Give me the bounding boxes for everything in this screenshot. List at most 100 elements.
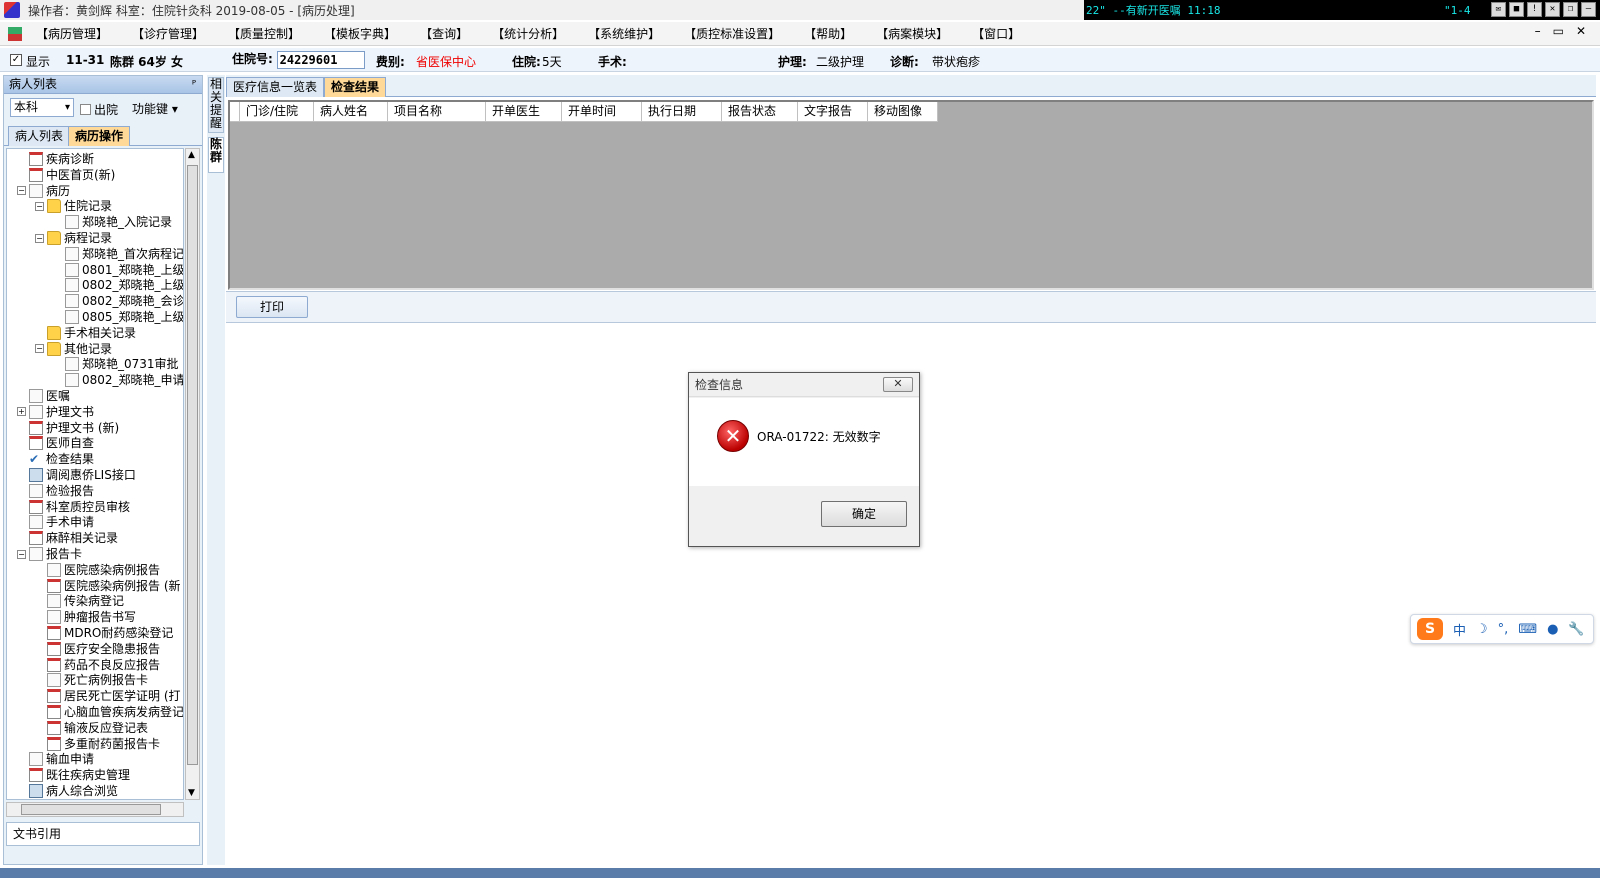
- dialog-close-button[interactable]: ✕: [883, 377, 913, 392]
- tree-node[interactable]: 药品不良反应报告: [47, 657, 160, 673]
- wrench-icon[interactable]: 🔧: [1568, 622, 1584, 637]
- tree-node[interactable]: 输血申请: [29, 751, 94, 767]
- tab-record-operation[interactable]: 病历操作: [68, 126, 131, 146]
- keyboard-icon[interactable]: ⌨: [1518, 622, 1537, 637]
- print-button[interactable]: 打印: [236, 296, 308, 318]
- exam-results-grid[interactable]: 门诊/住院 病人姓名 项目名称 开单医生 开单时间 执行日期 报告状态 文字报告…: [228, 100, 1594, 290]
- menu-qc-standard[interactable]: 【质控标准设置】: [684, 25, 780, 42]
- tree-node[interactable]: 多重耐药菌报告卡: [47, 736, 160, 752]
- col-report-status[interactable]: 报告状态: [722, 102, 798, 122]
- tree-node[interactable]: + 护理文书: [17, 404, 94, 420]
- tree-node[interactable]: 手术申请: [29, 514, 94, 530]
- tree-node[interactable]: 中医首页(新): [29, 167, 115, 183]
- tree-node[interactable]: 疾病诊断: [29, 151, 94, 167]
- tree-node[interactable]: 0802_郑晓艳_上级: [65, 277, 183, 293]
- tree-node[interactable]: 检验报告: [29, 483, 94, 499]
- tree-node[interactable]: 0802_郑晓艳_会诊: [65, 293, 183, 309]
- tree-node[interactable]: 历史诊疗查询: [29, 799, 118, 800]
- tree-node[interactable]: 医师自查: [29, 435, 94, 451]
- show-checkbox[interactable]: ✓: [10, 53, 22, 66]
- menu-query[interactable]: 【查询】: [420, 25, 468, 42]
- tab-medical-info-overview[interactable]: 医疗信息一览表: [226, 77, 325, 97]
- tree-node[interactable]: 居民死亡医学证明 (打: [47, 688, 181, 704]
- pin-icon[interactable]: ᴾ: [192, 76, 196, 93]
- tree-expander-icon[interactable]: −: [35, 201, 44, 211]
- mail-icon[interactable]: ✉: [1491, 2, 1506, 17]
- tree-node[interactable]: 死亡病例报告卡: [47, 672, 148, 688]
- user-icon[interactable]: ●: [1547, 622, 1558, 637]
- tree-node[interactable]: 医院感染病例报告: [47, 562, 160, 578]
- tree-node[interactable]: 医疗安全隐患报告: [47, 641, 160, 657]
- tree-expander-icon[interactable]: −: [35, 344, 44, 354]
- tab-patient-list[interactable]: 病人列表: [8, 126, 71, 146]
- admission-number-field[interactable]: 24229601: [276, 50, 365, 69]
- menu-medical-record-module[interactable]: 【病案模块】: [876, 25, 948, 42]
- col-execution-date[interactable]: 执行日期: [642, 102, 722, 122]
- discharged-checkbox[interactable]: [80, 104, 91, 115]
- mdi-restore-button[interactable]: ▭: [1553, 24, 1564, 38]
- col-outpatient-inpatient[interactable]: 门诊/住院: [240, 102, 314, 122]
- function-key-dropdown[interactable]: 功能键 ▾: [132, 100, 178, 117]
- tree-node[interactable]: 医嘱: [29, 388, 70, 404]
- tree-expander-icon[interactable]: −: [17, 549, 26, 559]
- tree-node[interactable]: − 病程记录: [35, 230, 112, 246]
- tree-node[interactable]: MDRO耐药感染登记: [47, 625, 173, 641]
- tree-node[interactable]: 郑晓艳_入院记录: [65, 214, 172, 230]
- menu-template-dictionary[interactable]: 【模板字典】: [324, 25, 396, 42]
- tree-horizontal-scrollbar[interactable]: [6, 802, 184, 817]
- department-select[interactable]: 本科: [10, 98, 74, 117]
- tree-node[interactable]: 心脑血管疾病发病登记: [47, 704, 183, 720]
- col-text-report[interactable]: 文字报告: [798, 102, 868, 122]
- tree-node[interactable]: − 病历: [17, 183, 70, 199]
- col-mobile-image[interactable]: 移动图像: [868, 102, 938, 122]
- menu-record-management[interactable]: 【病历管理】: [36, 25, 108, 42]
- ime-toolbar[interactable]: S 中 ☽ °, ⌨ ● 🔧: [1410, 614, 1594, 644]
- col-item-name[interactable]: 项目名称: [388, 102, 486, 122]
- tree-node[interactable]: 调阅惠侨LIS接口: [29, 467, 136, 483]
- tab-patient-chen[interactable]: 陈群: [208, 137, 224, 173]
- mdi-minimize-button[interactable]: –: [1535, 24, 1541, 38]
- tree-expander-icon[interactable]: +: [17, 407, 26, 417]
- alert-icon[interactable]: !: [1527, 2, 1542, 17]
- tree-node[interactable]: 肿瘤报告书写: [47, 609, 136, 625]
- half-width-icon[interactable]: ☽: [1476, 622, 1488, 637]
- menu-treatment-management[interactable]: 【诊疗管理】: [132, 25, 204, 42]
- chinese-mode-icon[interactable]: 中: [1453, 620, 1466, 639]
- tree-node[interactable]: 0805_郑晓艳_上级: [65, 309, 183, 325]
- scroll-up-icon[interactable]: ▲: [188, 150, 195, 160]
- stop-icon[interactable]: ■: [1509, 2, 1524, 17]
- doc-reference-bar[interactable]: 文书引用: [6, 822, 200, 846]
- col-ordering-doctor[interactable]: 开单医生: [486, 102, 562, 122]
- menu-statistics[interactable]: 【统计分析】: [492, 25, 564, 42]
- tree-node[interactable]: 0802_郑晓艳_申请: [65, 372, 183, 388]
- tree-node[interactable]: 既往疾病史管理: [29, 767, 130, 783]
- tree-expander-icon[interactable]: −: [17, 186, 26, 196]
- menu-system-maintenance[interactable]: 【系统维护】: [588, 25, 660, 42]
- tree-node[interactable]: ✔ 检查结果: [29, 451, 94, 467]
- tree-node[interactable]: 科室质控员审核: [29, 499, 130, 515]
- scroll-thumb[interactable]: [187, 165, 198, 765]
- mdi-close-button[interactable]: ✕: [1576, 24, 1586, 38]
- tree-node[interactable]: 护理文书 (新): [29, 420, 119, 436]
- tree-node[interactable]: 郑晓艳_0731审批: [65, 356, 179, 372]
- tree-node[interactable]: 郑晓艳_首次病程记: [65, 246, 183, 262]
- ok-button[interactable]: 确定: [821, 501, 907, 527]
- menu-window[interactable]: 【窗口】: [972, 25, 1020, 42]
- restore-icon[interactable]: ❐: [1563, 2, 1578, 17]
- tree-node[interactable]: 0801_郑晓艳_上级: [65, 262, 183, 278]
- message-ticker[interactable]: 22" --有新开医嘱 11:18 "1-4 ✉ ■ ! ✕ ❐ –: [1084, 0, 1600, 20]
- tree-node[interactable]: − 报告卡: [17, 546, 82, 562]
- tree-vertical-scrollbar[interactable]: ▲ ▼: [185, 148, 200, 800]
- tree-node[interactable]: − 其他记录: [35, 341, 112, 357]
- minimize-icon[interactable]: –: [1581, 2, 1596, 17]
- col-order-time[interactable]: 开单时间: [562, 102, 642, 122]
- close-message-icon[interactable]: ✕: [1545, 2, 1560, 17]
- menu-quality-control[interactable]: 【质量控制】: [228, 25, 300, 42]
- punctuation-icon[interactable]: °,: [1498, 622, 1509, 637]
- hscroll-thumb[interactable]: [21, 804, 161, 815]
- tree-node[interactable]: 输液反应登记表: [47, 720, 148, 736]
- tree-node[interactable]: 麻醉相关记录: [29, 530, 118, 546]
- tree-node[interactable]: − 住院记录: [35, 198, 112, 214]
- tab-exam-results[interactable]: 检查结果: [324, 77, 387, 97]
- tree-expander-icon[interactable]: −: [35, 233, 44, 243]
